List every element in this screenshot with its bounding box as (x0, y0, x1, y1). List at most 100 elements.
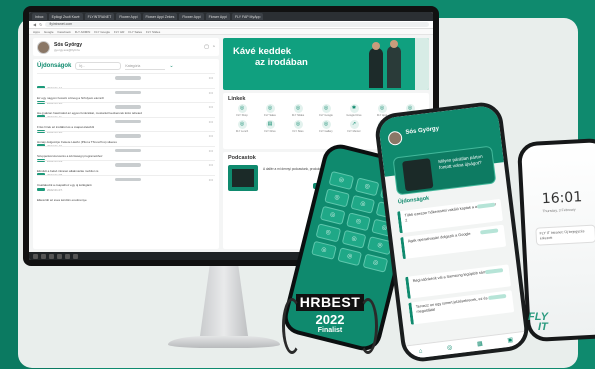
app-tile-icon[interactable]: ◎ (337, 247, 363, 267)
browser-tabbar: Inbox Epilogi Zsolt Kavé FLYINTRANET Flo… (29, 12, 433, 21)
more-icon[interactable]: ••• (209, 162, 213, 167)
news-category-pill (115, 148, 141, 152)
link-label: FLY Google (319, 114, 333, 117)
link-item[interactable]: ◎ FLY Lunch (228, 120, 256, 133)
browser-tab[interactable]: Flower Appi (205, 13, 230, 20)
news-tag (37, 187, 45, 191)
news-category-select[interactable]: Kategória (125, 63, 166, 70)
app-tile-icon[interactable]: ◎ (362, 253, 389, 273)
news-category-pill (115, 105, 141, 109)
bookmark[interactable]: Facebook (58, 29, 71, 34)
news-category-pill (115, 177, 141, 181)
bell-icon[interactable]: ◔ (212, 44, 215, 50)
bookmark[interactable]: FLY Slides (146, 29, 160, 34)
browser-tab[interactable]: Flower Appi (179, 13, 204, 20)
app-tile-icon[interactable]: ◎ (350, 194, 376, 214)
reload-icon[interactable]: ↻ (39, 22, 42, 27)
link-item[interactable]: ◎ FLY Shop (228, 104, 256, 117)
bookmark[interactable]: FLY Sales (128, 29, 142, 34)
more-icon[interactable]: ••• (209, 119, 213, 124)
link-item[interactable]: ◎ FLY Slides (284, 104, 312, 117)
grid-icon[interactable]: ▦ (477, 340, 483, 348)
link-label: FLY Shop (236, 114, 248, 117)
app-tile-icon[interactable]: ◎ (345, 212, 372, 232)
back-icon[interactable]: ◀ (33, 22, 36, 27)
link-item[interactable]: ↗ FLY Mentor (340, 120, 368, 133)
app-tile-icon[interactable]: ◎ (311, 240, 337, 260)
link-item[interactable]: ◎ FLY Sales (256, 104, 284, 117)
laurel-right-icon (358, 298, 378, 354)
link-icon: ◎ (293, 104, 303, 113)
link-label: FLY Lunch (235, 130, 249, 133)
link-item[interactable]: ◎ FLY Gallery (312, 120, 340, 133)
news-item[interactable]: 2022.01.10. ••• Szupperkorszervezés a közö… (37, 131, 215, 158)
app-tile-icon[interactable]: ◎ (328, 170, 354, 190)
taskbar-app-icon[interactable] (73, 253, 78, 259)
link-icon[interactable]: ◎ (447, 344, 453, 352)
avatar[interactable] (37, 40, 50, 54)
bookmark[interactable]: FLY ADMIN (75, 29, 91, 34)
award-title: HRBEST (295, 294, 365, 311)
browser-tab[interactable]: Inbox (32, 13, 47, 20)
link-icon: ◎ (293, 120, 303, 129)
bookmark[interactable]: FLY Google (94, 29, 110, 34)
news-search-input[interactable]: Írj... (75, 62, 122, 70)
profile-header: Sós György gyorgy.sos@flyit.hu ▢ ◔ (33, 38, 219, 56)
home-icon[interactable]: ⌂ (418, 348, 422, 354)
taskbar-app-icon[interactable] (57, 253, 62, 259)
link-item[interactable]: ✱ Google Drive (340, 104, 368, 117)
browser-tab[interactable]: FLYINTRANET (84, 13, 115, 20)
browser-tab[interactable]: FLY FAP MyApp (231, 13, 264, 20)
links-title: Linkek (228, 96, 246, 102)
news-item[interactable]: 2022.01.07. ••• Elkészült az éves kérdőív … (37, 174, 215, 202)
start-icon[interactable] (33, 253, 38, 259)
more-icon[interactable]: ••• (209, 133, 213, 138)
calendar-icon[interactable]: ▣ (507, 336, 513, 344)
news-category-pill (115, 134, 141, 138)
news-text: Elkészült az éves kérdőív eredménye (37, 197, 87, 202)
browser-tab[interactable]: Flower Appi Zekes (142, 13, 178, 20)
more-icon[interactable]: ••• (209, 148, 213, 153)
news-item[interactable]: 2022.01.09. ••• Elindult a belső intranet … (37, 145, 215, 173)
link-item[interactable]: ▤ FLY Drive (256, 120, 284, 133)
browser-tab[interactable]: Flower Appi (116, 13, 141, 20)
bookmark[interactable]: FLY HR (114, 29, 124, 34)
left-column: Sós György gyorgy.sos@flyit.hu ▢ ◔ Újdon… (33, 38, 219, 249)
more-icon[interactable]: ••• (209, 90, 213, 95)
phone-list-title: Újdonságok (397, 195, 430, 206)
taskbar-app-icon[interactable] (65, 253, 70, 259)
phone-lockscreen-screen: 16:01 Thursday, 3 February FLY IT Intran… (521, 141, 595, 339)
news-item[interactable]: 2022.01.08. ••• Csatlakozik a csapathoz eg… (37, 160, 215, 187)
flyit-logo: FLY IT (528, 312, 548, 333)
taskbar-app-icon[interactable] (41, 253, 46, 259)
news-item[interactable]: 2022.01.12. ••• Ha gyakran használod az eg… (37, 87, 215, 115)
avatar[interactable] (387, 130, 403, 147)
more-icon[interactable]: ••• (209, 75, 213, 80)
promo-banner[interactable]: Kávé keddek az irodában (223, 38, 429, 90)
link-item[interactable]: ◎ FLY Google (312, 104, 340, 117)
news-item[interactable]: 2022.01.10. ••• Hónap dolgozója: Fekete Lá… (37, 116, 215, 144)
bookmark[interactable]: Google (44, 29, 54, 34)
news-item[interactable]: 2022.01.12. ••• Ez egy nagyon hosszú szöve… (37, 73, 215, 100)
lock-time: 16:01 (541, 189, 583, 208)
app-tile-icon[interactable]: ◎ (319, 205, 346, 225)
browser-tab[interactable]: Epilogi Zsolt Kavé (48, 13, 83, 20)
taskbar-app-icon[interactable] (49, 253, 54, 259)
more-icon[interactable]: ••• (209, 104, 213, 109)
url-field[interactable]: flyintranet.com (45, 22, 429, 27)
app-tile-icon[interactable]: ◎ (341, 229, 367, 249)
chevron-down-icon[interactable]: ⌄ (169, 63, 173, 69)
news-item[interactable]: 2022.01.11. ••• Friss hírek az irodából és… (37, 102, 215, 129)
app-tile-icon[interactable]: ◎ (354, 177, 380, 197)
link-label: FLY Sites (292, 130, 304, 133)
more-icon[interactable]: ••• (209, 177, 213, 182)
lock-notification[interactable]: FLY IT Intranet: Új bejegyzés érkezett (535, 224, 595, 246)
chat-icon[interactable]: ▢ (204, 44, 209, 50)
link-label: FLY Sales (264, 114, 276, 117)
podcast-thumbnail[interactable] (228, 165, 258, 191)
link-item[interactable]: ◎ FLY Sites (284, 120, 312, 133)
bookmark[interactable]: Apps (33, 29, 40, 34)
app-tile-icon[interactable]: ◎ (324, 188, 350, 208)
lock-date: Thursday, 3 February (542, 207, 576, 214)
app-tile-icon[interactable]: ◎ (315, 223, 341, 243)
